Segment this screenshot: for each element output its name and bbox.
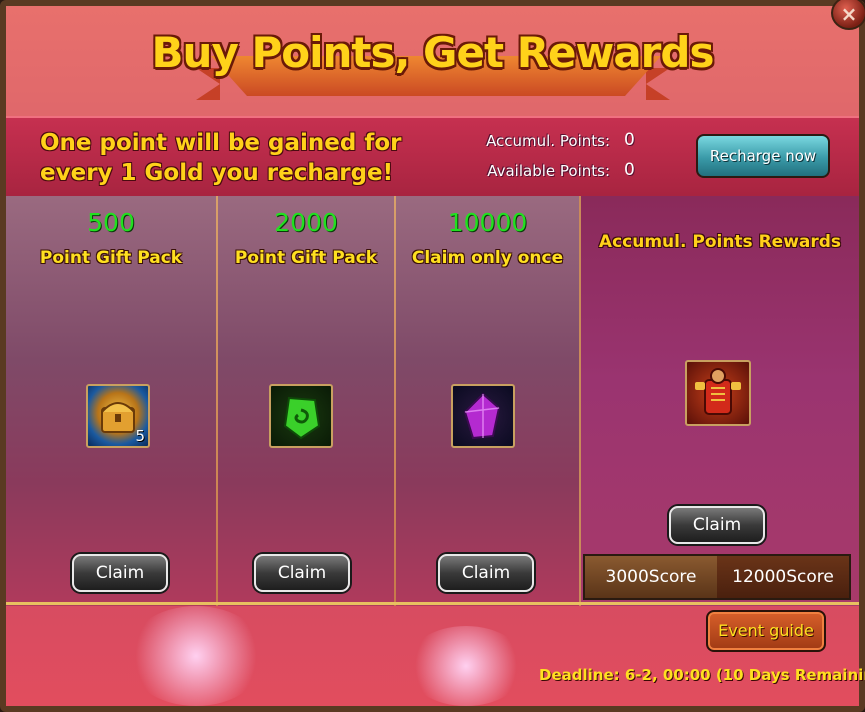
recharge-now-button[interactable]: Recharge now <box>696 134 830 178</box>
treasure-chest-icon[interactable]: 5 <box>86 384 150 448</box>
info-bar: One point will be gained for every 1 Gol… <box>6 116 859 198</box>
window-title: Buy Points, Get Rewards <box>151 28 715 77</box>
available-points-label: Available Points: <box>487 162 610 180</box>
purple-crystal-icon <box>463 392 501 440</box>
tab-12000-score[interactable]: 12000Score <box>717 556 849 598</box>
pack-title: Claim only once <box>411 248 564 268</box>
reward-columns: 500 Point Gift Pack 5 Claim 2000 Point G… <box>6 196 859 606</box>
event-guide-button[interactable]: Event guide <box>706 610 826 652</box>
pack-column-1: 500 Point Gift Pack 5 Claim <box>6 196 216 606</box>
purple-crystal-icon[interactable] <box>451 384 515 448</box>
pack-points: 500 <box>87 208 135 237</box>
title-banner: Buy Points, Get Rewards <box>6 6 859 116</box>
score-tabs: 3000Score 12000Score <box>583 554 851 600</box>
sparkle-decoration <box>126 606 266 706</box>
deadline-text: Deadline: 6-2, 00:00 (10 Days Remaining <box>539 666 865 684</box>
pack-column-2: 2000 Point Gift Pack Claim <box>218 196 394 606</box>
available-points-value: 0 <box>624 160 635 180</box>
claim-button[interactable]: Claim <box>72 554 168 592</box>
claim-button[interactable]: Claim <box>438 554 534 592</box>
sparkle-decoration <box>406 626 526 706</box>
close-icon: × <box>840 2 858 26</box>
accumulated-rewards-panel: Accumul. Points Rewards Claim 3000Score … <box>579 196 859 606</box>
green-stone-icon[interactable] <box>269 384 333 448</box>
red-armor-icon[interactable] <box>685 360 751 426</box>
claim-button[interactable]: Claim <box>254 554 350 592</box>
item-count: 5 <box>135 427 145 445</box>
accumulated-claim-button[interactable]: Claim <box>669 506 765 544</box>
footer-divider <box>6 602 859 605</box>
tab-3000-score[interactable]: 3000Score <box>585 556 717 598</box>
info-message: One point will be gained for every 1 Gol… <box>40 130 402 186</box>
pack-points: 10000 <box>447 208 528 237</box>
red-armor-icon <box>695 368 741 415</box>
close-button[interactable]: × <box>831 0 865 30</box>
accumulated-rewards-title: Accumul. Points Rewards <box>598 232 842 252</box>
green-stone-icon <box>283 396 321 440</box>
event-window: Buy Points, Get Rewards One point will b… <box>0 0 865 712</box>
pack-column-3: 10000 Claim only once Claim <box>396 196 579 606</box>
pack-title: Point Gift Pack <box>39 248 183 268</box>
accumulated-points-value: 0 <box>624 130 635 150</box>
pack-points: 2000 <box>274 208 338 237</box>
pack-title: Point Gift Pack <box>234 248 378 268</box>
accumulated-points-label: Accumul. Points: <box>486 132 610 150</box>
